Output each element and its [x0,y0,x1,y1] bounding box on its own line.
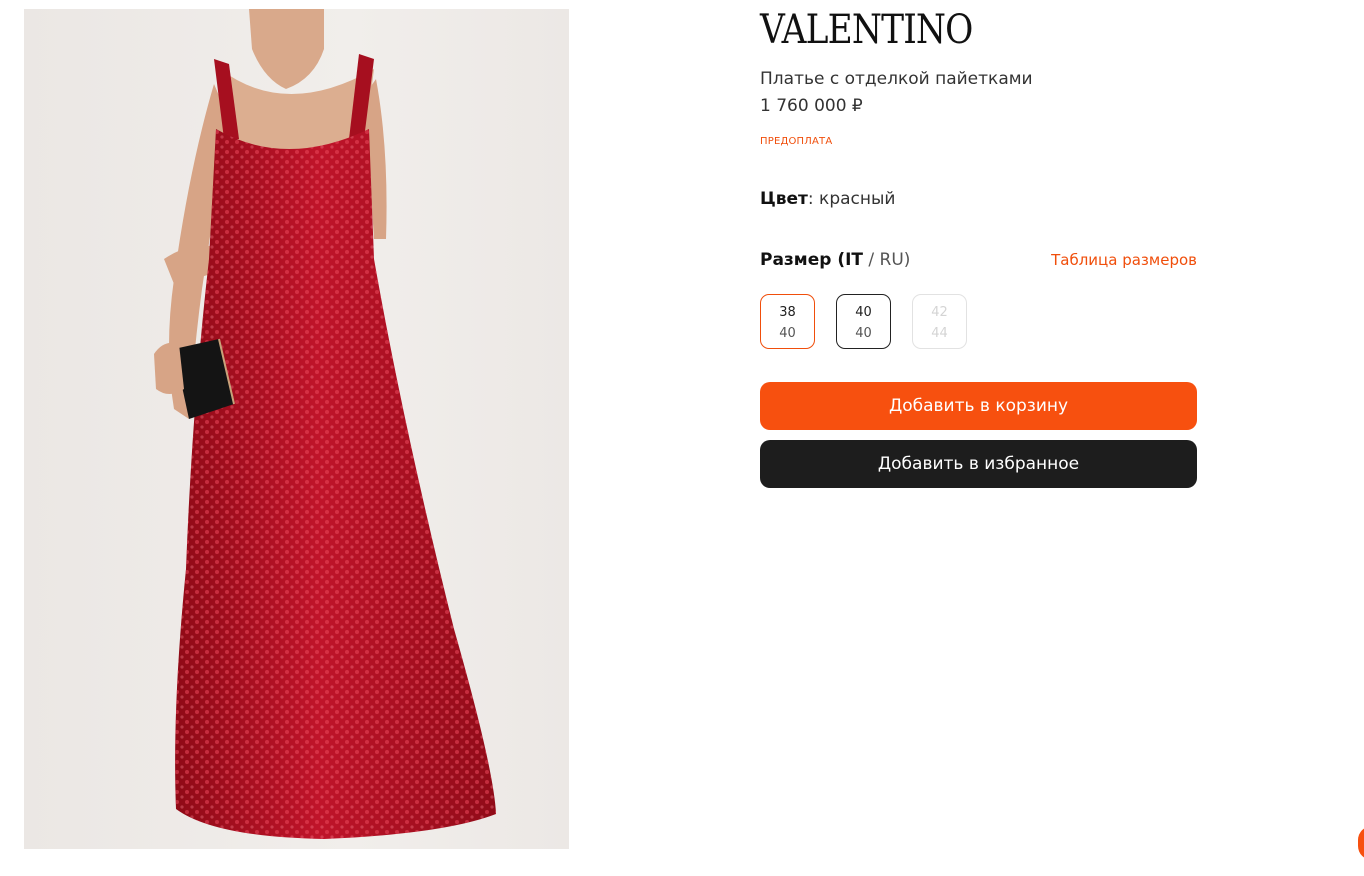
size-title: Размер (IT / RU) [760,250,910,270]
size-header: Размер (IT / RU) Таблица размеров [760,250,1197,274]
size-it-value: 42 [931,305,948,320]
chat-widget-button[interactable] [1358,826,1364,860]
prepayment-badge: ПРЕДОПЛАТА [760,136,833,147]
product-name: Платье с отделкой пайетками [760,69,1033,89]
color-value: : красный [807,189,896,209]
size-ru-value: 40 [779,326,796,341]
brand-name[interactable]: VALENTINO [760,8,973,52]
size-it-value: 40 [855,305,872,320]
size-option-38[interactable]: 38 40 [760,294,815,349]
add-to-favorites-button[interactable]: Добавить в избранное [760,440,1197,488]
dress-illustration [154,9,496,839]
size-option-42: 42 44 [912,294,967,349]
add-to-cart-button[interactable]: Добавить в корзину [760,382,1197,430]
product-image[interactable] [24,9,569,849]
size-chart-link[interactable]: Таблица размеров [1051,251,1197,269]
product-price: 1 760 000 ₽ [760,96,863,116]
size-ru-value: 44 [931,326,948,341]
color-label: Цвет [760,189,808,209]
size-option-40[interactable]: 40 40 [836,294,891,349]
color-info: Цвет: красный [760,189,895,209]
size-it-value: 38 [779,305,796,320]
size-title-it: Размер (IT [760,250,864,270]
size-title-ru: / RU) [863,250,911,270]
size-ru-value: 40 [855,326,872,341]
